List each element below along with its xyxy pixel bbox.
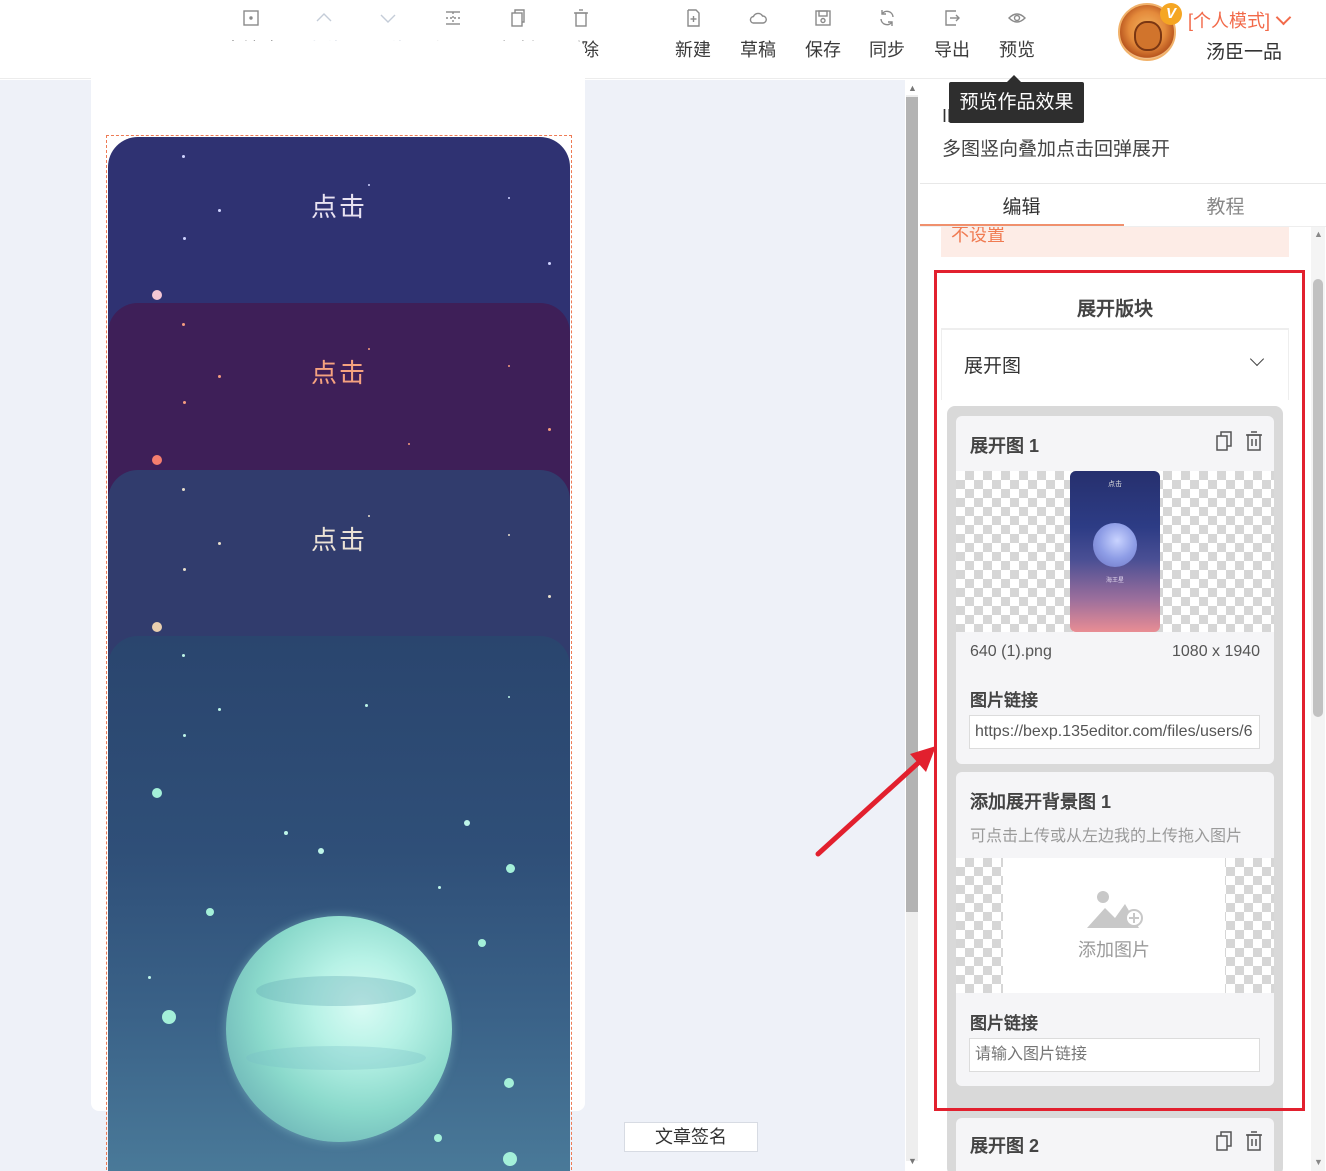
mode-label: [个人模式] xyxy=(1188,11,1271,31)
selected-block-outline xyxy=(106,135,572,1171)
item-2-actions xyxy=(1204,1130,1264,1152)
save-label: 保存 xyxy=(805,40,841,60)
template-description: 多图竖向叠加点击回弹展开 xyxy=(942,139,1171,160)
draft-label: 草稿 xyxy=(740,40,776,60)
settings-scrollbar-thumb[interactable] xyxy=(1313,279,1323,717)
settings-scrollbar[interactable]: ▲ ▼ xyxy=(1311,227,1325,1171)
preview-label: 预览 xyxy=(999,40,1035,60)
article-signature-button[interactable]: 文章签名 xyxy=(624,1122,758,1152)
sync-button[interactable]: 同步 xyxy=(855,6,919,66)
trash-icon[interactable] xyxy=(1244,1130,1264,1152)
annotation-arrow-icon xyxy=(815,746,936,857)
new-button[interactable]: 新建 xyxy=(661,6,725,66)
highlight-box xyxy=(934,270,1305,1111)
copy-icon xyxy=(507,8,527,28)
new-label: 新建 xyxy=(675,40,711,60)
sync-icon xyxy=(877,8,897,28)
mode-switch[interactable]: [个人模式] xyxy=(1188,7,1292,33)
grid-dot-icon xyxy=(241,8,261,28)
tab-edit[interactable]: 编辑 xyxy=(920,192,1123,219)
save-icon xyxy=(813,8,833,28)
save-button[interactable]: 保存 xyxy=(791,6,855,66)
vip-badge: V xyxy=(1160,3,1182,25)
copy-icon[interactable] xyxy=(1214,1130,1234,1152)
export-button[interactable]: 导出 xyxy=(920,6,984,66)
spacing-icon xyxy=(443,8,463,28)
panel-divider xyxy=(920,183,1326,184)
preview-button[interactable]: 预览 xyxy=(985,6,1049,66)
draft-button[interactable]: 草稿 xyxy=(726,6,790,66)
export-label: 导出 xyxy=(934,40,970,60)
chevron-down-icon xyxy=(378,8,398,28)
chevron-up-icon xyxy=(314,8,334,28)
item-2-title: 展开图 2 xyxy=(970,1136,1040,1156)
active-tab-indicator xyxy=(920,224,1124,226)
eye-icon xyxy=(1007,8,1027,28)
notice-text: 不设置 xyxy=(951,227,1005,245)
scroll-up-arrow-icon[interactable]: ▲ xyxy=(1314,229,1323,239)
cloud-icon xyxy=(748,8,768,28)
user-name: 汤臣一品 xyxy=(1206,42,1283,63)
scroll-down-arrow-icon[interactable]: ▼ xyxy=(908,1157,917,1166)
notice-banner: 不设置 xyxy=(941,227,1289,257)
chevron-down-icon xyxy=(1275,9,1292,26)
preview-tooltip: 预览作品效果 xyxy=(949,75,1084,123)
canvas-scrollbar[interactable]: ▲ ▼ xyxy=(906,84,918,1166)
expand-image-item-2: 展开图 2 xyxy=(956,1118,1274,1171)
scroll-up-arrow-icon[interactable]: ▲ xyxy=(908,84,917,93)
export-icon xyxy=(942,8,962,28)
scroll-down-arrow-icon[interactable]: ▼ xyxy=(1314,1157,1323,1167)
tab-tutorial[interactable]: 教程 xyxy=(1124,192,1326,219)
trash-icon xyxy=(571,8,591,28)
new-file-icon xyxy=(683,8,703,28)
sync-label: 同步 xyxy=(869,40,905,60)
user-menu[interactable]: V [个人模式] 汤臣一品 xyxy=(1118,3,1318,73)
